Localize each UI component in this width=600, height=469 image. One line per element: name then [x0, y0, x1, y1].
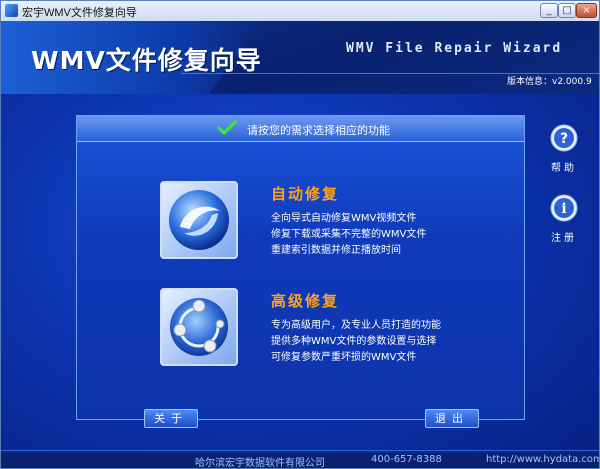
- advanced-repair-title[interactable]: 高级修复: [271, 290, 339, 311]
- exit-button[interactable]: 退出: [425, 409, 479, 428]
- svg-text:?: ?: [560, 131, 568, 147]
- help-button[interactable]: ? 帮助: [547, 124, 581, 174]
- minimize-button[interactable]: _: [540, 3, 558, 18]
- info-icon[interactable]: i: [550, 194, 578, 222]
- about-button[interactable]: 关于: [144, 409, 198, 428]
- app-header: WMV文件修复向导 WMV File Repair Wizard 版本信息：v2…: [1, 21, 599, 94]
- advanced-repair-icon[interactable]: [160, 288, 238, 366]
- footer: 哈尔滨宏宇数据软件有限公司 400-657-8388 http://www.hy…: [1, 453, 599, 469]
- panel-title: 请按您的需求选择相应的功能: [247, 124, 390, 137]
- auto-repair-desc-3: 重建索引数据并修正播放时间: [271, 245, 401, 256]
- advanced-repair-desc-1: 专为高级用户，及专业人员打造的功能: [271, 320, 441, 331]
- help-icon[interactable]: ?: [550, 124, 578, 152]
- close-button[interactable]: ×: [576, 3, 597, 18]
- auto-repair-option[interactable]: 自动修复 全向导式自动修复WMV视频文件 修复下载或采集不完整的WMV文件 重建…: [77, 181, 524, 261]
- auto-repair-desc-2: 修复下载或采集不完整的WMV文件: [271, 229, 427, 240]
- footer-divider: [1, 450, 599, 451]
- advanced-repair-option[interactable]: 高级修复 专为高级用户，及专业人员打造的功能 提供多种WMV文件的参数设置与选择…: [77, 288, 524, 368]
- app-icon: [5, 4, 18, 17]
- advanced-repair-desc-2: 提供多种WMV文件的参数设置与选择: [271, 336, 437, 347]
- svg-text:i: i: [561, 201, 566, 217]
- phone-number: 400-657-8388: [371, 454, 442, 465]
- help-label[interactable]: 帮助: [547, 159, 581, 174]
- title-bar[interactable]: 宏宇WMV文件修复向导 _ □ ×: [1, 1, 599, 22]
- app-subtitle: WMV File Repair Wizard: [346, 41, 563, 56]
- auto-repair-icon[interactable]: [160, 181, 238, 259]
- app-title: WMV文件修复向导: [31, 46, 262, 75]
- checkmark-icon: [217, 120, 237, 135]
- advanced-repair-desc-3: 可修复参数严重坏损的WMV文件: [271, 352, 417, 363]
- function-panel: 请按您的需求选择相应的功能 自动修复 全向导式自动修复WMV视频文件 修复下载或…: [76, 115, 525, 420]
- maximize-button[interactable]: □: [558, 3, 576, 18]
- auto-repair-title[interactable]: 自动修复: [271, 183, 339, 204]
- website-link[interactable]: http://www.hydata.com: [486, 454, 599, 465]
- company-name: 哈尔滨宏宇数据软件有限公司: [195, 458, 325, 469]
- panel-header: 请按您的需求选择相应的功能: [77, 116, 524, 142]
- register-button[interactable]: i 注册: [547, 194, 581, 244]
- app-window: 宏宇WMV文件修复向导 _ □ × WMV文件修复向导 WMV File Rep…: [0, 0, 600, 469]
- main-body: 请按您的需求选择相应的功能 自动修复 全向导式自动修复WMV视频文件 修复下载或…: [1, 94, 599, 469]
- window-title: 宏宇WMV文件修复向导: [22, 7, 137, 19]
- auto-repair-desc-1: 全向导式自动修复WMV视频文件: [271, 213, 417, 224]
- version-info: 版本信息：v2.000.9: [507, 77, 592, 87]
- register-label[interactable]: 注册: [547, 229, 581, 244]
